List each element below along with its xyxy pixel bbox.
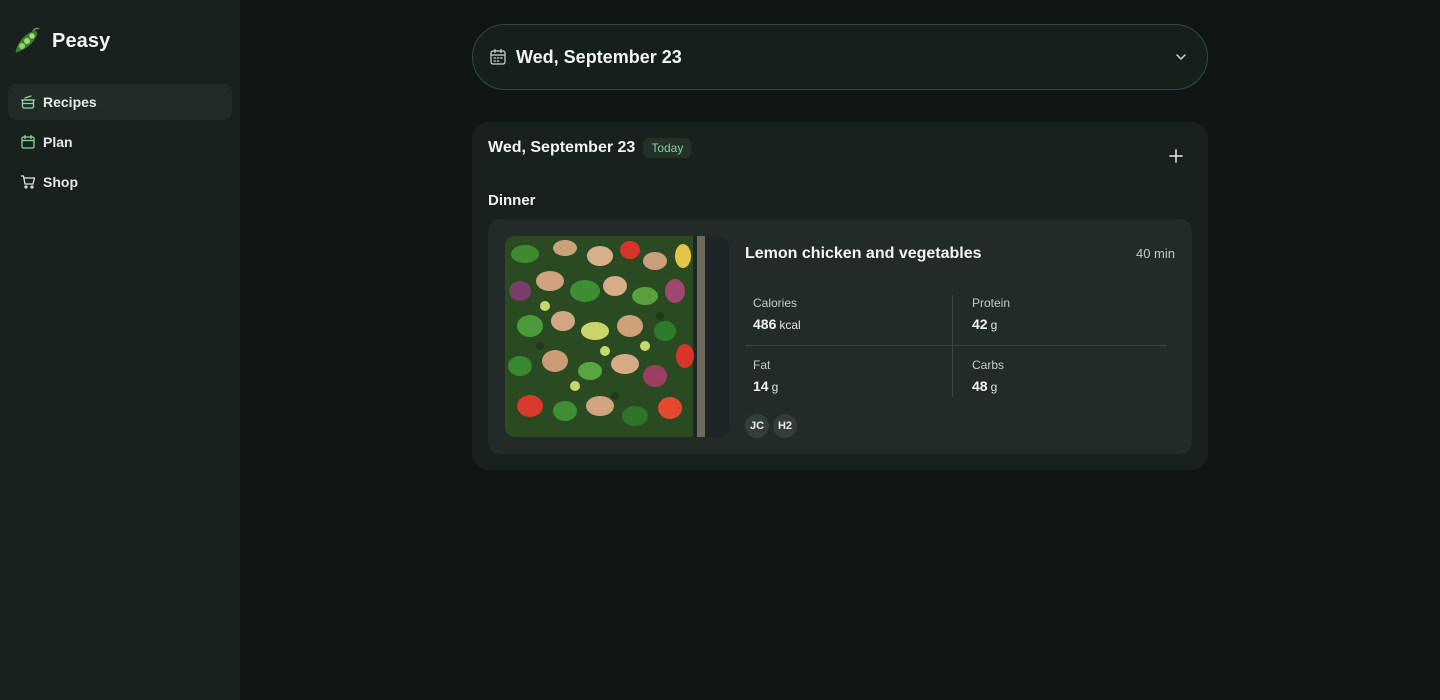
pot-icon <box>20 94 36 110</box>
assignee-avatars: JC H2 <box>745 414 801 438</box>
sidebar-item-label: Plan <box>43 134 73 150</box>
nutrition-label: Calories <box>753 296 798 310</box>
nutrition-grid: Calories 486 kcal Protein 42 g Fat 14 g Car… <box>745 295 1167 397</box>
brand-name: Peasy <box>52 29 111 52</box>
nutrition-value: 42 g <box>972 316 1183 332</box>
nutrition-protein: Protein 42 g <box>972 296 1183 347</box>
nutrition-label: Fat <box>753 358 771 372</box>
sidebar-item-label: Recipes <box>43 94 97 110</box>
pea-pod-logo-icon <box>15 27 40 53</box>
sidebar: Peasy Recipes Plan Shop <box>0 0 240 700</box>
day-header: Wed, September 23 Today <box>488 138 692 158</box>
recipe-title: Lemon chicken and vegetables <box>745 245 982 262</box>
sidebar-nav: Recipes Plan Shop <box>8 84 232 204</box>
day-card: Wed, September 23 Today Dinner Lemon chi… <box>472 122 1208 470</box>
sidebar-item-shop[interactable]: Shop <box>8 164 232 200</box>
recipe-time: 40 min <box>1135 246 1175 261</box>
sidebar-item-recipes[interactable]: Recipes <box>8 84 232 120</box>
nutrition-value: 14 g <box>753 378 964 394</box>
sidebar-item-plan[interactable]: Plan <box>8 124 232 160</box>
avatar[interactable]: JC <box>745 414 769 438</box>
nutrition-fat: Fat 14 g <box>753 358 964 409</box>
nutrition-unit: kcal <box>779 318 801 332</box>
nutrition-number: 14 <box>753 378 769 394</box>
meal-label: Dinner <box>488 192 536 209</box>
nutrition-unit: g <box>990 318 998 332</box>
nutrition-divider <box>745 345 1167 346</box>
calendar-icon <box>20 134 36 150</box>
nutrition-number: 48 <box>972 378 988 394</box>
add-meal-button[interactable] <box>1164 144 1188 168</box>
brand[interactable]: Peasy <box>12 27 110 55</box>
today-badge: Today <box>643 138 692 158</box>
nutrition-divider <box>952 295 953 397</box>
date-picker-label: Wed, September 23 <box>516 46 682 67</box>
nutrition-label: Carbs <box>972 358 1005 372</box>
nutrition-unit: g <box>771 380 779 394</box>
nutrition-value: 486 kcal <box>753 316 964 332</box>
nutrition-number: 42 <box>972 316 988 332</box>
nutrition-label: Protein <box>972 296 1011 310</box>
day-title: Wed, September 23 <box>488 139 636 156</box>
nutrition-calories: Calories 486 kcal <box>753 296 964 347</box>
calendar-icon <box>489 48 507 66</box>
nutrition-carbs: Carbs 48 g <box>972 358 1183 409</box>
cart-icon <box>20 174 36 190</box>
chevron-down-icon <box>1173 49 1189 65</box>
recipe-image <box>505 236 729 437</box>
nutrition-number: 486 <box>753 316 777 332</box>
nutrition-value: 48 g <box>972 378 1183 394</box>
plus-icon <box>1169 149 1183 163</box>
sidebar-item-label: Shop <box>43 174 78 190</box>
avatar[interactable]: H2 <box>773 414 797 438</box>
recipe-card[interactable]: Lemon chicken and vegetables 40 min Calo… <box>488 219 1192 454</box>
date-picker[interactable]: Wed, September 23 <box>472 24 1208 90</box>
nutrition-unit: g <box>990 380 998 394</box>
